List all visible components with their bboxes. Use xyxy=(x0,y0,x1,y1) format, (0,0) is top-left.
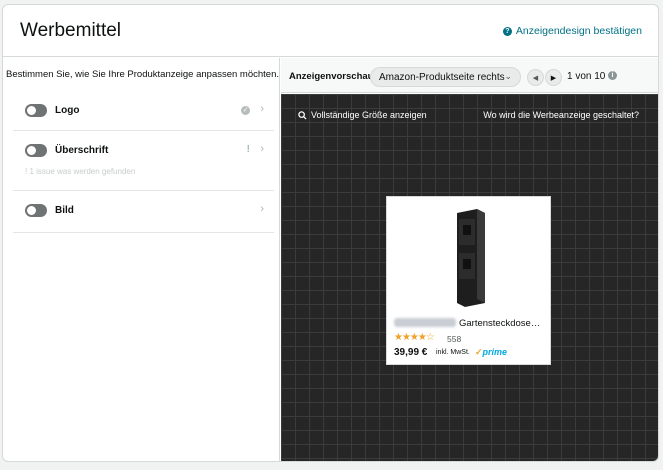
tax-note: inkl. MwSt. xyxy=(436,349,470,356)
preview-stage: Vollständige Größe anzeigen Wo wird die … xyxy=(281,94,658,461)
product-image xyxy=(457,209,485,307)
headline-toggle[interactable] xyxy=(25,144,47,157)
triangle-right-icon: ▶ xyxy=(550,74,557,82)
rating-count: 558 xyxy=(447,334,462,344)
next-button[interactable]: ▶ xyxy=(545,69,562,86)
placement-select[interactable]: Amazon-Produktseite rechts ⌄ xyxy=(370,67,521,87)
logo-status: ✓ xyxy=(241,104,250,115)
where-ad-shown-link[interactable]: Wo wird die Werbeanzeige geschaltet? xyxy=(483,110,639,120)
page-title: Werbemittel xyxy=(20,20,122,41)
confirm-design-link[interactable]: ? Anzeigendesign bestätigen xyxy=(502,25,642,37)
blurred-brand xyxy=(394,318,456,327)
chevron-right-icon[interactable]: › xyxy=(260,143,264,155)
preview-panel: Anzeigenvorschau Amazon-Produktseite rec… xyxy=(281,58,658,461)
confirm-design-label: Anzeigendesign bestätigen xyxy=(515,25,642,37)
option-image-label: Bild xyxy=(55,205,74,216)
image-toggle[interactable] xyxy=(25,204,47,217)
info-circle-icon[interactable]: i xyxy=(608,71,617,80)
option-image: Bild › xyxy=(13,191,274,233)
chevron-right-icon[interactable]: › xyxy=(260,103,264,115)
check-circle-icon: ✓ xyxy=(241,105,250,115)
option-logo: Logo ✓ › xyxy=(13,91,274,131)
preview-toolbar: Anzeigenvorschau Amazon-Produktseite rec… xyxy=(281,58,658,93)
ad-price: 39,99 € xyxy=(394,347,428,358)
rating-stars: ★★★★☆ xyxy=(394,332,435,343)
card-header: Werbemittel ? Anzeigendesign bestätigen xyxy=(3,5,658,57)
option-headline-label: Überschrift xyxy=(55,145,109,156)
prime-check-icon: ✓ xyxy=(475,347,483,357)
ad-product-title: Gartensteckdose… xyxy=(394,318,540,329)
creative-card: Werbemittel ? Anzeigendesign bestätigen … xyxy=(2,4,659,462)
headline-issue-text: ! 1 issue was werden gefunden xyxy=(25,167,136,176)
search-icon xyxy=(298,110,307,120)
chevron-right-icon[interactable]: › xyxy=(260,203,264,215)
page-indicator: 1 von 10 xyxy=(567,71,606,82)
instruction-text: Bestimmen Sie, wie Sie Ihre Produktanzei… xyxy=(6,69,280,80)
prime-badge: ✓prime xyxy=(475,347,508,357)
option-headline: Überschrift ! › ! 1 issue was werden gef… xyxy=(13,131,274,191)
logo-toggle[interactable] xyxy=(25,104,47,117)
question-circle-icon: ? xyxy=(502,26,512,36)
previous-button[interactable]: ◀ xyxy=(527,69,544,86)
triangle-left-icon: ◀ xyxy=(532,74,539,82)
preview-label: Anzeigenvorschau xyxy=(289,71,374,82)
option-logo-label: Logo xyxy=(55,105,80,116)
ad-preview-card[interactable]: Gartensteckdose… ★★★★☆ 558 39,99 € inkl.… xyxy=(386,196,551,365)
placement-selected: Amazon-Produktseite rechts xyxy=(379,72,505,83)
chevron-down-icon: ⌄ xyxy=(504,71,512,81)
customization-panel: Bestimmen Sie, wie Sie Ihre Produktanzei… xyxy=(3,58,280,461)
fullsize-label: Vollständige Größe anzeigen xyxy=(311,110,427,120)
fullsize-link[interactable]: Vollständige Größe anzeigen xyxy=(298,110,427,120)
headline-status: ! xyxy=(246,144,250,155)
